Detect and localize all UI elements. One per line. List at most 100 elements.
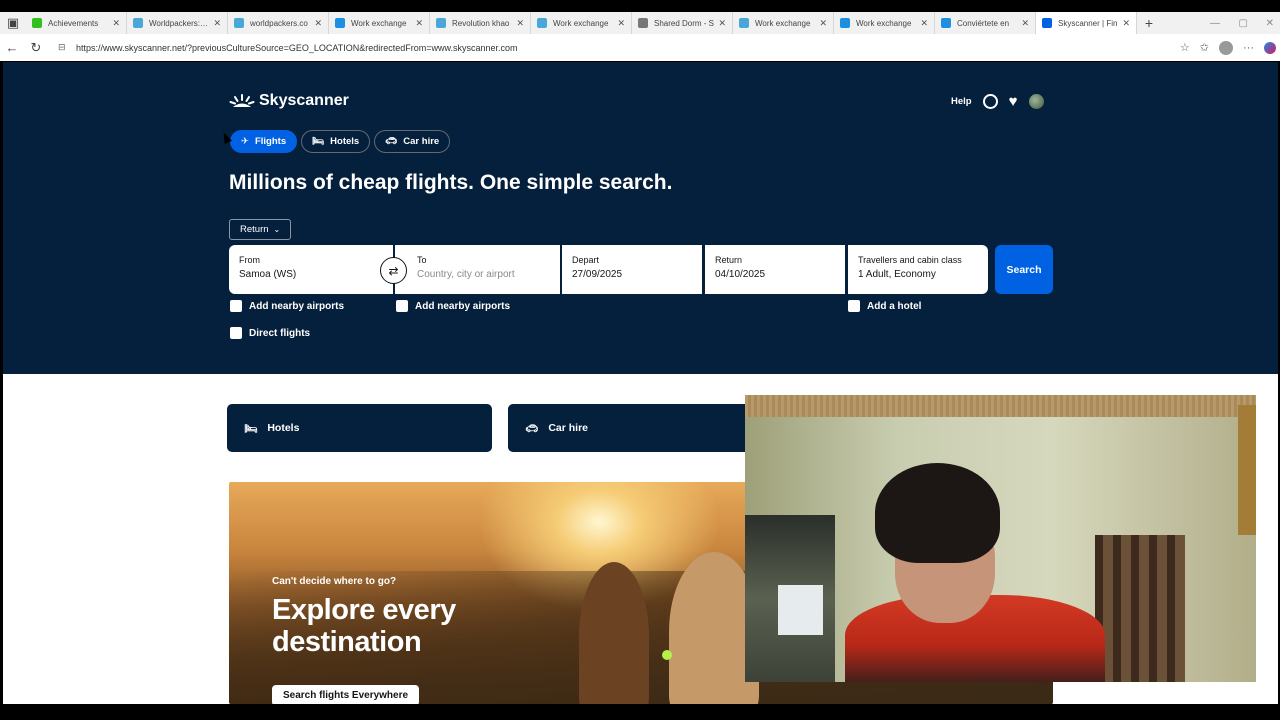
browser-tab-title: Revolution khao [452, 18, 510, 28]
close-tab-icon[interactable]: ✕ [718, 18, 726, 29]
webcam-hair [875, 463, 1000, 563]
profile-icon[interactable] [1219, 40, 1233, 55]
browser-tab-title: Worldpackers: W [149, 18, 210, 28]
from-nearby-checkbox[interactable]: Add nearby airports [230, 300, 344, 312]
close-tab-icon[interactable]: ✕ [920, 18, 928, 29]
checkbox-box[interactable] [396, 300, 408, 312]
browser-tab-title: Work exchange [755, 18, 811, 28]
globe-icon[interactable] [982, 94, 998, 109]
browser-tab-title: Shared Dorm - S [654, 18, 715, 28]
checkbox-box[interactable] [230, 300, 242, 312]
hero-section: Skyscanner Help ♥ ✈ Flights 🛏︎ Hotels 🚗︎… [3, 62, 1278, 374]
direct-flights-checkbox[interactable]: Direct flights [230, 327, 310, 339]
close-tab-icon[interactable]: ✕ [213, 18, 221, 29]
add-hotel-checkbox[interactable]: Add a hotel [848, 300, 921, 312]
car-icon: 🚗︎ [385, 136, 398, 147]
favorites-icon[interactable]: ✩ [1200, 41, 1209, 54]
maximize-icon[interactable]: ▢ [1239, 12, 1248, 34]
from-nearby-label: Add nearby airports [249, 300, 345, 312]
tab-hotels[interactable]: 🛏︎ Hotels [301, 130, 371, 153]
bed-icon: 🛏︎ [244, 422, 258, 435]
close-tab-icon[interactable]: ✕ [112, 18, 120, 29]
avatar[interactable] [1028, 94, 1044, 109]
favicon-icon [234, 18, 244, 28]
browser-toolbar-icons: ☆ ✩ ··· [1180, 34, 1280, 61]
return-value: 04/10/2025 [715, 269, 766, 280]
browser-tab[interactable]: Work exchange ✕ [329, 12, 430, 34]
address-bar-row: ← ↻ ⊟ https://www.skyscanner.net/?previo… [0, 34, 1280, 61]
browser-tab[interactable]: Work exchange ✕ [531, 12, 632, 34]
webcam-box [778, 585, 823, 635]
hotels-card[interactable]: 🛏︎ Hotels [227, 404, 492, 452]
travellers-field[interactable]: Travellers and cabin class 1 Adult, Econ… [848, 245, 988, 294]
browser-tab[interactable]: Shared Dorm - S ✕ [632, 12, 733, 34]
hotels-card-label: Hotels [267, 422, 300, 434]
screen-bottom-edge [0, 704, 1280, 720]
close-tab-icon[interactable]: ✕ [1021, 18, 1029, 29]
search-everywhere-button[interactable]: Search flights Everywhere [272, 685, 420, 704]
tab-flights[interactable]: ✈ Flights [230, 130, 298, 153]
direct-flights-label: Direct flights [249, 327, 311, 339]
close-tab-icon[interactable]: ✕ [1122, 18, 1130, 29]
sunburst-logo-icon [229, 94, 255, 107]
depart-value: 27/09/2025 [572, 269, 623, 280]
close-tab-icon[interactable]: ✕ [617, 18, 625, 29]
skyscanner-logo[interactable]: Skyscanner [229, 92, 349, 110]
to-nearby-checkbox[interactable]: Add nearby airports [396, 300, 510, 312]
favicon-icon [335, 18, 345, 28]
page-title: Millions of cheap flights. One simple se… [229, 171, 673, 194]
close-tab-icon[interactable]: ✕ [415, 18, 423, 29]
more-options-icon[interactable]: ··· [1243, 42, 1254, 54]
reload-icon[interactable]: ↻ [24, 36, 48, 60]
swap-icon[interactable]: ⇄ [380, 257, 407, 284]
from-field[interactable]: From Samoa (WS) [229, 245, 393, 294]
favicon-icon [941, 18, 951, 28]
browser-tab[interactable]: Work exchange ✕ [834, 12, 935, 34]
checkbox-box[interactable] [848, 300, 860, 312]
browser-tab-title: Work exchange [351, 18, 407, 28]
browser-tab[interactable]: Skyscanner | Fin ✕ [1036, 12, 1137, 34]
browser-tab-title: Skyscanner | Fin [1058, 18, 1118, 28]
close-tab-icon[interactable]: ✕ [314, 18, 322, 29]
tab-actions-icon[interactable]: ▣ [0, 11, 26, 35]
checkbox-box[interactable] [230, 327, 242, 339]
browser-tab[interactable]: Achievements ✕ [26, 12, 127, 34]
webcam-frame [1238, 405, 1256, 535]
depart-field[interactable]: Depart 27/09/2025 [562, 245, 702, 294]
trip-type-select[interactable]: Return ⌄ [229, 219, 292, 240]
copilot-icon[interactable] [1264, 41, 1276, 54]
return-field[interactable]: Return 04/10/2025 [705, 245, 845, 294]
to-placeholder: Country, city or airport [417, 269, 515, 280]
favicon-icon [638, 18, 648, 28]
tab-flights-label: Flights [254, 136, 287, 147]
promo-title: Explore every destination [272, 594, 456, 658]
browser-tab[interactable]: worldpackers.co ✕ [228, 12, 329, 34]
from-value: Samoa (WS) [239, 269, 297, 280]
search-button[interactable]: Search [995, 245, 1053, 294]
browser-tab[interactable]: Worldpackers: W ✕ [127, 12, 228, 34]
lens-flare [662, 650, 672, 660]
browser-tab[interactable]: Conviértete en ✕ [935, 12, 1036, 34]
close-tab-icon[interactable]: ✕ [516, 18, 524, 29]
url-field[interactable]: ⊟ https://www.skyscanner.net/?previousCu… [58, 38, 1158, 57]
favorite-star-icon[interactable]: ☆ [1180, 41, 1190, 54]
close-window-icon[interactable]: ✕ [1266, 12, 1274, 34]
to-field[interactable]: To Country, city or airport [395, 245, 560, 294]
browser-tab[interactable]: Work exchange ✕ [733, 12, 834, 34]
new-tab-button[interactable]: + [1137, 11, 1161, 35]
heart-icon[interactable]: ♥ [1009, 94, 1018, 109]
site-info-icon[interactable]: ⊟ [58, 42, 72, 53]
promo-person-image [579, 562, 649, 704]
close-tab-icon[interactable]: ✕ [819, 18, 827, 29]
favicon-icon [436, 18, 446, 28]
minimize-icon[interactable]: — [1210, 12, 1220, 34]
back-icon[interactable]: ← [0, 36, 24, 60]
browser-tab[interactable]: Revolution khao ✕ [430, 12, 531, 34]
tab-car-hire[interactable]: 🚗︎ Car hire [374, 130, 451, 153]
return-label: Return [715, 255, 743, 265]
depart-label: Depart [572, 255, 600, 265]
top-nav: Help ♥ [951, 94, 1044, 109]
help-link[interactable]: Help [951, 96, 972, 107]
car-hire-card[interactable]: 🚗︎ Car hire [508, 404, 773, 452]
promo-kicker: Can't decide where to go? [272, 576, 397, 587]
